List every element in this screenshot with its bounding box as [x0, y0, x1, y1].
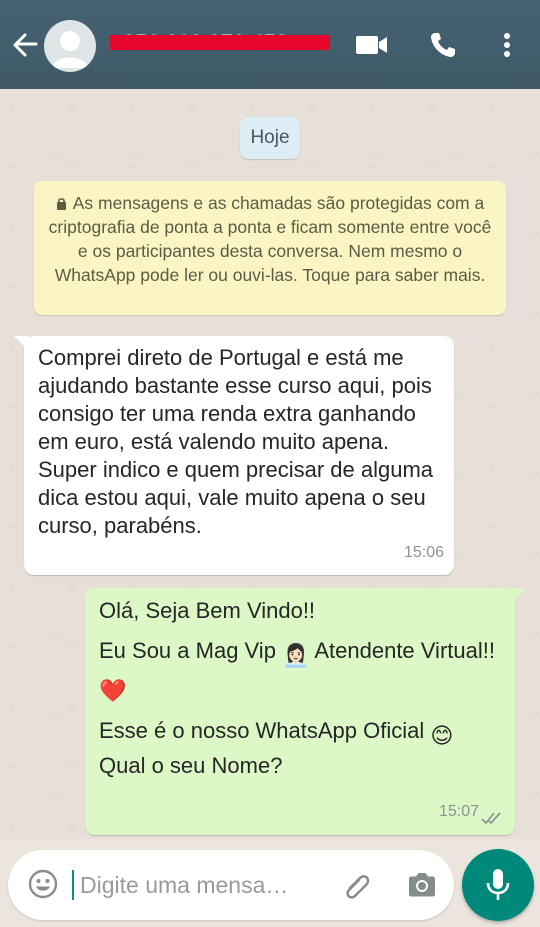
encryption-notice[interactable]: As mensagens e as chamadas são protegida… — [34, 181, 506, 315]
outgoing-message[interactable]: Olá, Seja Bem Vindo!! Eu Sou a Mag Vip 👩… — [85, 588, 515, 835]
heart-emoji: ❤️ — [99, 678, 127, 703]
outgoing-line: Eu Sou a Mag Vip 👩🏻‍💼 Atendente Virtual!… — [99, 636, 501, 706]
mic-button[interactable] — [462, 849, 534, 921]
more-vert-icon[interactable] — [498, 30, 516, 60]
text-caret — [72, 870, 74, 900]
phone-icon[interactable] — [428, 30, 458, 60]
outgoing-message-time: 15:07 — [438, 803, 479, 820]
contact-avatar[interactable] — [44, 20, 96, 72]
incoming-message[interactable]: Comprei direto de Portugal e está me aju… — [24, 336, 454, 575]
back-arrow-icon[interactable] — [8, 28, 42, 62]
outgoing-line-part: Eu Sou a Mag Vip — [99, 638, 283, 663]
message-composer — [8, 850, 454, 920]
message-input[interactable] — [80, 868, 330, 902]
camera-icon[interactable] — [406, 870, 438, 900]
redaction-mark — [110, 35, 330, 50]
outgoing-line-part: Atendente Virtual!! — [309, 638, 495, 663]
outgoing-line: Esse é o nosso WhatsApp Oficial 😊 — [99, 716, 501, 751]
attach-icon[interactable] — [340, 868, 376, 904]
mic-icon — [486, 869, 510, 900]
smile-emoji: 😊 — [430, 723, 454, 748]
incoming-message-text: Comprei direto de Portugal e está me aju… — [38, 345, 434, 538]
office-worker-emoji: 👩🏻‍💼 — [282, 643, 310, 668]
double-check-icon — [481, 812, 501, 825]
outgoing-line: Qual o seu Nome? — [99, 753, 283, 778]
date-chip: Hoje — [240, 117, 300, 159]
lock-icon — [56, 198, 66, 210]
incoming-message-time: 15:06 — [403, 544, 444, 561]
emoji-icon[interactable] — [26, 867, 60, 901]
outgoing-line: Olá, Seja Bem Vindo!! — [99, 598, 316, 623]
encryption-notice-text: As mensagens e as chamadas são protegida… — [48, 193, 492, 285]
video-call-icon[interactable] — [354, 32, 390, 58]
chat-header: +351 913 979 458 — [0, 0, 540, 89]
outgoing-line-part: Esse é o nosso WhatsApp Oficial — [99, 718, 431, 743]
